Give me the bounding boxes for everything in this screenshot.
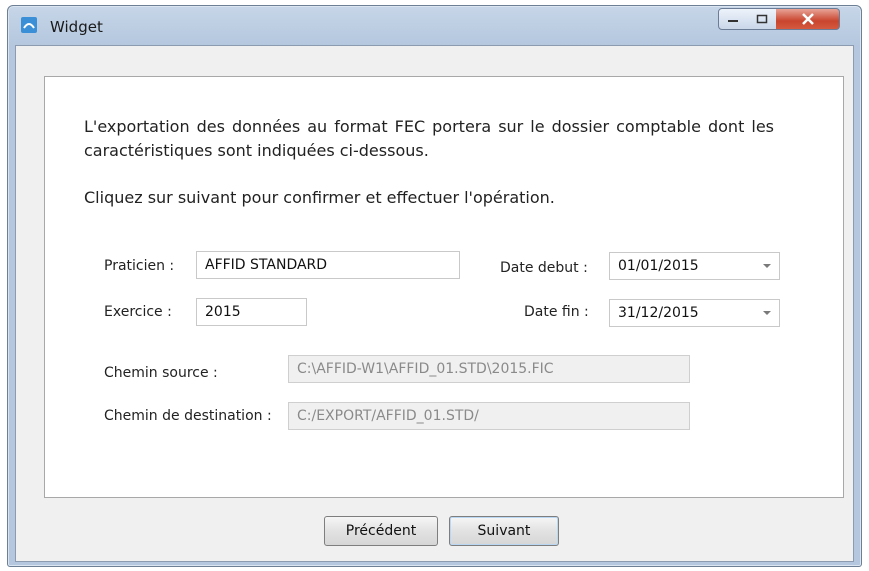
chemin-source-field: C:\AFFID-W1\AFFID_01.STD\2015.FIC: [288, 355, 690, 383]
window-title: Widget: [50, 18, 103, 36]
title-bar[interactable]: Widget: [8, 6, 861, 46]
close-button[interactable]: [776, 8, 840, 30]
exercice-input[interactable]: 2015: [196, 298, 307, 326]
exercice-label: Exercice :: [104, 304, 172, 320]
chemin-destination-label: Chemin de destination :: [104, 408, 272, 424]
maximize-button[interactable]: [747, 8, 777, 30]
intro-instruction: Cliquez sur suivant pour confirmer et ef…: [84, 188, 555, 207]
chevron-down-icon: [763, 311, 771, 315]
chevron-down-icon: [763, 264, 771, 268]
praticien-label: Praticien :: [104, 258, 175, 274]
date-debut-value: 01/01/2015: [618, 258, 699, 274]
praticien-input[interactable]: AFFID STANDARD: [196, 251, 460, 279]
date-fin-select[interactable]: 31/12/2015: [609, 299, 780, 327]
date-fin-label: Date fin :: [524, 304, 589, 320]
intro-paragraph: L'exportation des données au format FEC …: [84, 117, 774, 160]
chemin-source-label: Chemin source :: [104, 365, 218, 381]
close-icon: [801, 13, 814, 25]
next-button[interactable]: Suivant: [449, 516, 559, 546]
maximize-icon: [756, 14, 767, 24]
fec-app-icon: [21, 17, 37, 33]
date-debut-label: Date debut :: [500, 260, 588, 276]
previous-button[interactable]: Précédent: [324, 516, 438, 546]
minimize-icon: [728, 20, 738, 22]
date-fin-value: 31/12/2015: [618, 305, 699, 321]
chemin-destination-field: C:/EXPORT/AFFID_01.STD/: [288, 402, 690, 430]
date-debut-select[interactable]: 01/01/2015: [609, 252, 780, 280]
minimize-button[interactable]: [718, 8, 748, 30]
